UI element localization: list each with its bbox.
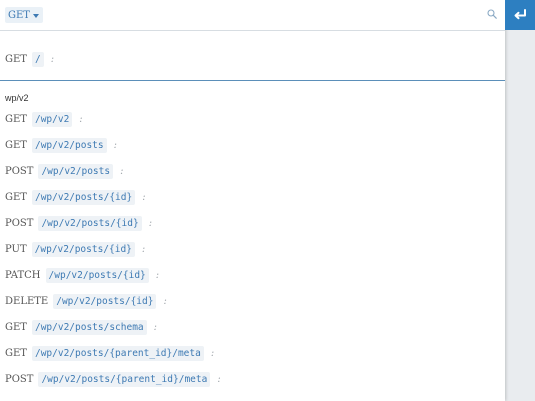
route-item[interactable]: GET /wp/v2 : (0, 106, 505, 132)
route-item[interactable]: GET /wp/v2/posts/{parent_id}/meta : (0, 340, 505, 366)
route-method: GET (5, 191, 27, 203)
route-path: /wp/v2/posts (38, 163, 114, 179)
route-path: / (31, 51, 44, 67)
route-item[interactable]: PUT /wp/v2/posts/{id} : (0, 236, 505, 262)
route-separator: : (141, 243, 146, 255)
route-item[interactable]: GET /wp/v2/posts/{id} : (0, 184, 505, 210)
route-path: /wp/v2/posts/{id} (38, 215, 142, 231)
route-method: PUT (5, 243, 27, 255)
route-group-label: wp/v2 (5, 93, 29, 103)
route-separator: : (153, 321, 158, 333)
route-panel: GET GET / : wp/v2 GET /wp/v2 : GET /wp/v… (0, 0, 505, 401)
route-method: GET (5, 53, 27, 65)
route-item[interactable]: POST /wp/v2/posts : (0, 158, 505, 184)
search-icon[interactable] (487, 9, 497, 19)
route-path: /wp/v2/posts/{id} (53, 293, 157, 309)
route-method: GET (5, 347, 27, 359)
route-method: POST (5, 217, 34, 229)
route-separator: : (210, 347, 215, 359)
route-item[interactable]: PATCH /wp/v2/posts/{id} : (0, 262, 505, 288)
route-item[interactable]: DELETE /wp/v2/posts/{id} : (0, 288, 505, 314)
route-method: GET (5, 321, 27, 333)
send-request-button[interactable] (505, 0, 535, 30)
route-separator: : (113, 139, 117, 151)
route-path: /wp/v2/posts/{parent_id}/meta (38, 371, 211, 387)
route-path: /wp/v2/posts (31, 137, 107, 153)
route-separator: : (163, 295, 167, 307)
route-method: PATCH (5, 269, 41, 281)
route-separator: : (79, 113, 83, 125)
route-item[interactable]: GET /wp/v2/posts : (0, 132, 505, 158)
route-separator: : (217, 373, 221, 385)
chevron-down-icon (32, 13, 39, 18)
method-dropdown-label: GET (8, 9, 30, 21)
route-separator: : (120, 165, 124, 177)
route-item[interactable]: GET /wp/v2/posts/schema : (0, 314, 505, 340)
route-method: POST (5, 165, 34, 177)
route-separator: : (155, 269, 160, 281)
route-list: GET /wp/v2 : GET /wp/v2/posts : POST /wp… (0, 106, 505, 392)
request-bar: GET (0, 0, 505, 31)
route-item-root[interactable]: GET / : (0, 46, 505, 72)
method-dropdown[interactable]: GET (5, 7, 43, 23)
route-item[interactable]: POST /wp/v2/posts/{id} : (0, 210, 505, 236)
route-path: /wp/v2/posts/schema (31, 319, 147, 335)
divider (0, 80, 505, 81)
route-path: /wp/v2 (31, 111, 73, 127)
route-method: GET (5, 139, 27, 151)
route-method: POST (5, 373, 34, 385)
route-separator: : (148, 217, 153, 229)
route-path: /wp/v2/posts/{id} (31, 241, 135, 257)
route-separator: : (50, 53, 55, 65)
enter-icon (514, 9, 526, 20)
route-path: /wp/v2/posts/{id} (31, 189, 136, 205)
route-path: /wp/v2/posts/{parent_id}/meta (31, 345, 204, 361)
route-separator: : (142, 191, 146, 203)
route-item[interactable]: POST /wp/v2/posts/{parent_id}/meta : (0, 366, 505, 392)
route-path: /wp/v2/posts/{id} (45, 267, 149, 283)
route-method: GET (5, 113, 27, 125)
route-method: DELETE (5, 295, 49, 307)
